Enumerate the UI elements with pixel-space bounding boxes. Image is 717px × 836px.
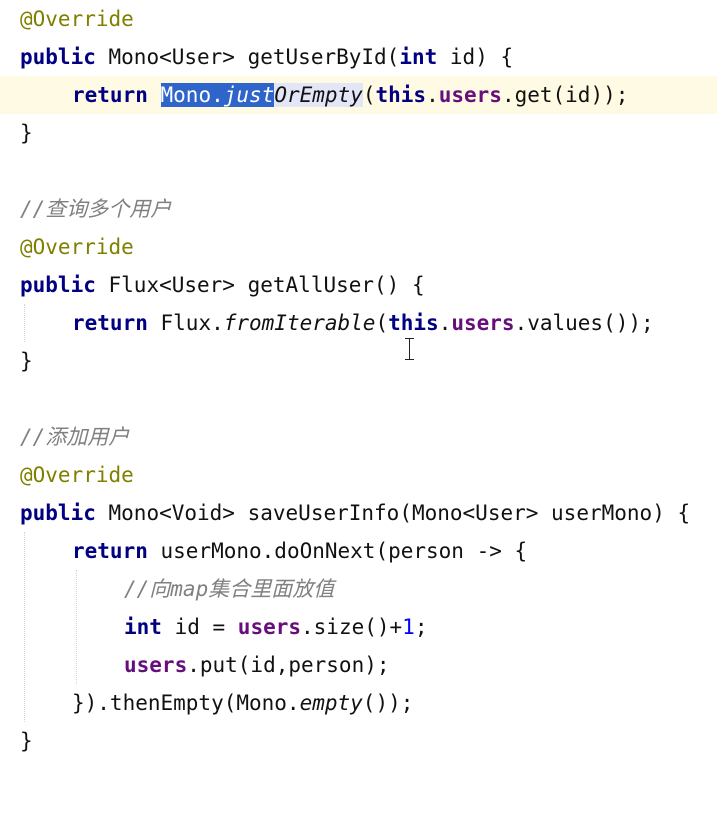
code-line[interactable]: //查询多个用户: [0, 190, 717, 228]
code-line[interactable]: return Flux.fromIterable(this.users.valu…: [0, 304, 717, 342]
statement: }).thenEmpty(Mono.empty());: [72, 684, 413, 722]
class-ref: Flux.: [160, 311, 224, 335]
code-line[interactable]: //向map集合里面放值: [0, 570, 717, 608]
method-signature: public Mono<Void> saveUserInfo(Mono<User…: [20, 494, 690, 532]
return-statement: return userMono.doOnNext(person -> {: [72, 532, 527, 570]
call-expression: }).thenEmpty(Mono.: [72, 691, 300, 715]
keyword: this: [388, 311, 439, 335]
field-users: users: [438, 83, 502, 107]
code-line[interactable]: }: [0, 114, 717, 152]
variable: id =: [161, 615, 238, 639]
code-line-current[interactable]: return Mono.justOrEmpty(this.users.get(i…: [0, 76, 717, 114]
text-cursor-icon: [404, 336, 416, 362]
call-expression: .put(id,person);: [187, 653, 390, 677]
keyword: public: [20, 501, 96, 525]
code-line[interactable]: @Override: [0, 228, 717, 266]
selected-method: just: [223, 83, 275, 107]
return-type: Mono<Void>: [108, 501, 235, 525]
return-statement: return Flux.fromIterable(this.users.valu…: [72, 311, 654, 335]
closing-brace: }: [20, 349, 33, 373]
comment: //查询多个用户: [20, 197, 172, 221]
code-line[interactable]: public Mono<User> getUserById(int id) {: [0, 38, 717, 76]
statement: users.put(id,person);: [124, 646, 390, 684]
return-type: Flux<User>: [108, 273, 235, 297]
call-tail: ());: [362, 691, 414, 715]
method-name: getAllUser() {: [247, 273, 425, 297]
code-line[interactable]: users.put(id,person);: [0, 646, 717, 684]
call-tail: .get(id));: [501, 83, 629, 107]
static-method: empty: [299, 691, 363, 715]
selected-class: Mono.: [160, 83, 224, 107]
call-tail: .values());: [514, 311, 654, 335]
method-signature: public Mono<User> getUserById(int id) {: [20, 38, 513, 76]
closing-brace: }: [20, 121, 33, 145]
comment: //添加用户: [20, 425, 130, 449]
method-name: getUserById(: [247, 45, 400, 69]
annotation: @Override: [20, 7, 134, 31]
param: id) {: [437, 45, 514, 69]
field-users: users: [451, 311, 515, 335]
keyword: int: [124, 615, 162, 639]
code-line[interactable]: @Override: [0, 0, 717, 38]
annotation: @Override: [20, 235, 134, 259]
code-line[interactable]: }).thenEmpty(Mono.empty());: [0, 684, 717, 722]
code-line[interactable]: public Mono<Void> saveUserInfo(Mono<User…: [0, 494, 717, 532]
method-name: saveUserInfo(Mono<User> userMono) {: [247, 501, 691, 525]
keyword: public: [20, 45, 96, 69]
code-line[interactable]: public Flux<User> getAllUser() {: [0, 266, 717, 304]
keyword: return: [72, 83, 148, 107]
number-literal: 1: [402, 615, 415, 639]
code-line[interactable]: @Override: [0, 456, 717, 494]
code-editor[interactable]: @Override public Mono<User> getUserById(…: [0, 0, 717, 771]
semicolon: ;: [414, 615, 428, 639]
paren: (: [375, 311, 389, 335]
field-users: users: [237, 615, 302, 639]
method-signature: public Flux<User> getAllUser() {: [20, 266, 425, 304]
comment: //向map集合里面放值: [124, 577, 335, 601]
keyword: return: [72, 311, 148, 335]
code-line[interactable]: return userMono.doOnNext(person -> {: [0, 532, 717, 570]
highlighted-method: OrEmpty: [274, 83, 363, 107]
code-line[interactable]: }: [0, 722, 717, 760]
field-users: users: [124, 653, 188, 677]
declaration: int id = users.size()+1;: [124, 608, 427, 646]
keyword: public: [20, 273, 96, 297]
keyword: return: [72, 539, 148, 563]
selected-text[interactable]: Mono.just: [160, 83, 275, 107]
static-method: fromIterable: [223, 311, 376, 335]
code-line[interactable]: }: [0, 342, 717, 380]
code-line[interactable]: //添加用户: [0, 418, 717, 456]
call-expression: userMono.doOnNext(person -> {: [160, 539, 528, 563]
keyword: this: [375, 83, 427, 107]
return-type: Mono<User>: [108, 45, 235, 69]
annotation: @Override: [20, 463, 134, 487]
code-line[interactable]: int id = users.size()+1;: [0, 608, 717, 646]
closing-brace: }: [20, 729, 33, 753]
keyword: int: [399, 45, 438, 69]
return-statement: return Mono.justOrEmpty(this.users.get(i…: [72, 83, 629, 107]
call-expression: .size()+: [301, 615, 403, 639]
paren: (: [362, 83, 376, 107]
